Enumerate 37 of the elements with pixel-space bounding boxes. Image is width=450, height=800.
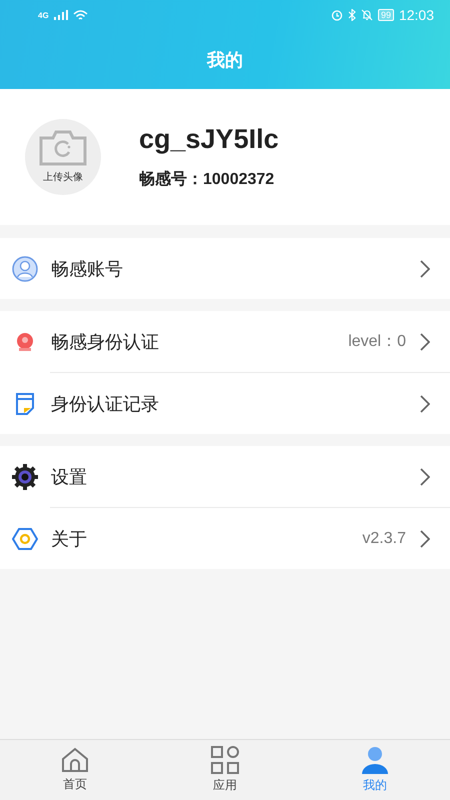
bluetooth-icon [348, 9, 356, 21]
chevron-right-icon [420, 260, 430, 278]
alarm-icon [330, 9, 343, 21]
mute-bell-icon [360, 9, 373, 21]
menu-item[interactable]: 身份认证记录 [50, 372, 450, 434]
menu-label: 畅感账号 [51, 258, 124, 280]
username: cg_sJY5Ilc [139, 124, 279, 155]
home-icon [61, 747, 89, 773]
person-icon [361, 746, 389, 774]
hexagon-icon [12, 526, 38, 552]
menu-label: 畅感身份认证 [51, 330, 160, 354]
menu-label: 设置 [51, 466, 88, 488]
menu-item[interactable]: 设置 [0, 446, 450, 507]
menu-item[interactable]: 畅感账号 [0, 238, 450, 299]
menu-label: 身份认证记录 [51, 392, 160, 416]
camera-icon [39, 130, 87, 166]
chevron-right-icon [420, 530, 430, 548]
menu-label: 关于 [51, 528, 88, 550]
chevron-right-icon [420, 394, 430, 412]
menu-value: level：0 [348, 332, 406, 352]
tab[interactable]: 首页 [0, 740, 150, 800]
network-label: 4G [38, 10, 49, 20]
chevron-right-icon [420, 332, 430, 350]
tab[interactable]: 应用 [150, 740, 300, 800]
wifi-icon [72, 10, 88, 20]
user-id: 畅感号：10002372 [139, 170, 276, 190]
menu-item[interactable]: 关于 v2.3.7 [50, 507, 450, 569]
user-icon [12, 256, 38, 282]
page-title: 我的 [207, 48, 243, 72]
chevron-right-icon [420, 468, 430, 486]
grid-icon [211, 746, 239, 774]
clock-time: 12:03 [398, 7, 434, 23]
signal-icon [54, 10, 68, 20]
menu-item[interactable]: 畅感身份认证 level：0 [0, 311, 450, 372]
upload-avatar-button[interactable]: 上传头像 [25, 119, 101, 195]
menu-value: v2.3.7 [362, 530, 406, 548]
battery-level: 99 [378, 9, 394, 21]
